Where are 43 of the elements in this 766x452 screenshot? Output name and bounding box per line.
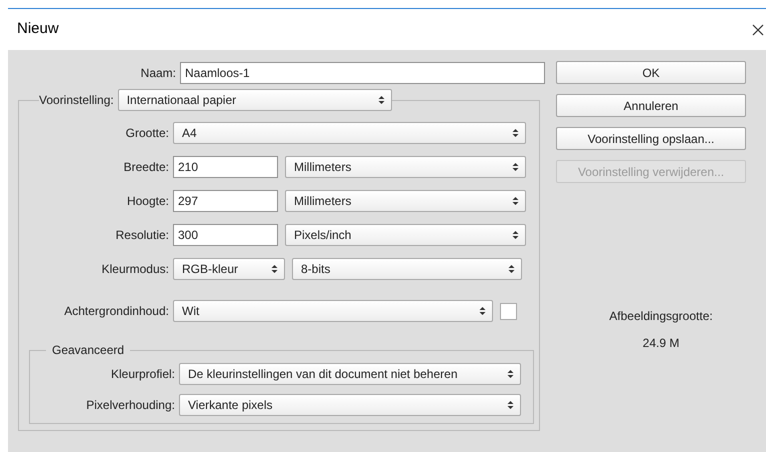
input-field[interactable]: 297 [173,190,278,212]
updown-arrows-icon [512,230,519,240]
updown-arrows-icon [508,264,515,274]
field-label: Resolutie: [114,227,170,244]
window-title: Nieuw [17,19,59,40]
field-label: Kleurmodus: [100,261,170,278]
field-label: Pixelverhouding: [85,397,176,414]
updown-arrows-icon [271,264,278,274]
updown-arrows-icon [512,162,519,172]
close-icon[interactable] [752,24,764,36]
updown-arrows-icon [512,128,519,138]
dropdown[interactable]: Wit [173,300,493,322]
updown-arrows-icon [479,306,486,316]
field-label: Hoogte: [126,193,170,210]
input-field[interactable]: 210 [173,156,278,178]
field-label: Naam: [140,65,177,82]
updown-arrows-icon [378,95,385,105]
dialog-button[interactable]: Annuleren [556,94,746,117]
updown-arrows-icon [507,400,514,410]
updown-arrows-icon [512,196,519,206]
dropdown[interactable]: Millimeters [285,156,526,178]
updown-arrows-icon [507,369,514,379]
field-label: Achtergrondinhoud: [63,303,170,320]
input-field[interactable]: 300 [173,224,278,246]
size-label: Afbeeldingsgrootte: [609,308,713,325]
size-value: 24.9 M [642,335,680,352]
section-title: Geavanceerd [52,343,124,357]
dropdown[interactable]: De kleurinstellingen van dit document niet beheren [179,363,521,385]
dropdown[interactable]: 8-bits [292,258,522,280]
dropdown[interactable]: Pixels/inch [285,224,526,246]
input-field[interactable]: Naamloos-1 [180,62,545,84]
dropdown[interactable]: Millimeters [285,190,526,212]
dropdown[interactable]: RGB-kleur [173,258,285,280]
dropdown[interactable]: Internationaal papier [118,89,392,111]
dropdown[interactable]: Vierkante pixels [179,394,521,416]
field-label: Voorinstelling: [39,92,115,109]
dropdown[interactable]: A4 [173,122,526,144]
field-label: Grootte: [124,125,170,142]
field-label: Breedte: [122,159,170,176]
dialog-button[interactable]: Voorinstelling opslaan... [556,127,746,150]
field-label: Kleurprofiel: [110,366,176,383]
color-swatch[interactable] [500,302,517,320]
dialog-button[interactable]: OK [556,61,746,84]
